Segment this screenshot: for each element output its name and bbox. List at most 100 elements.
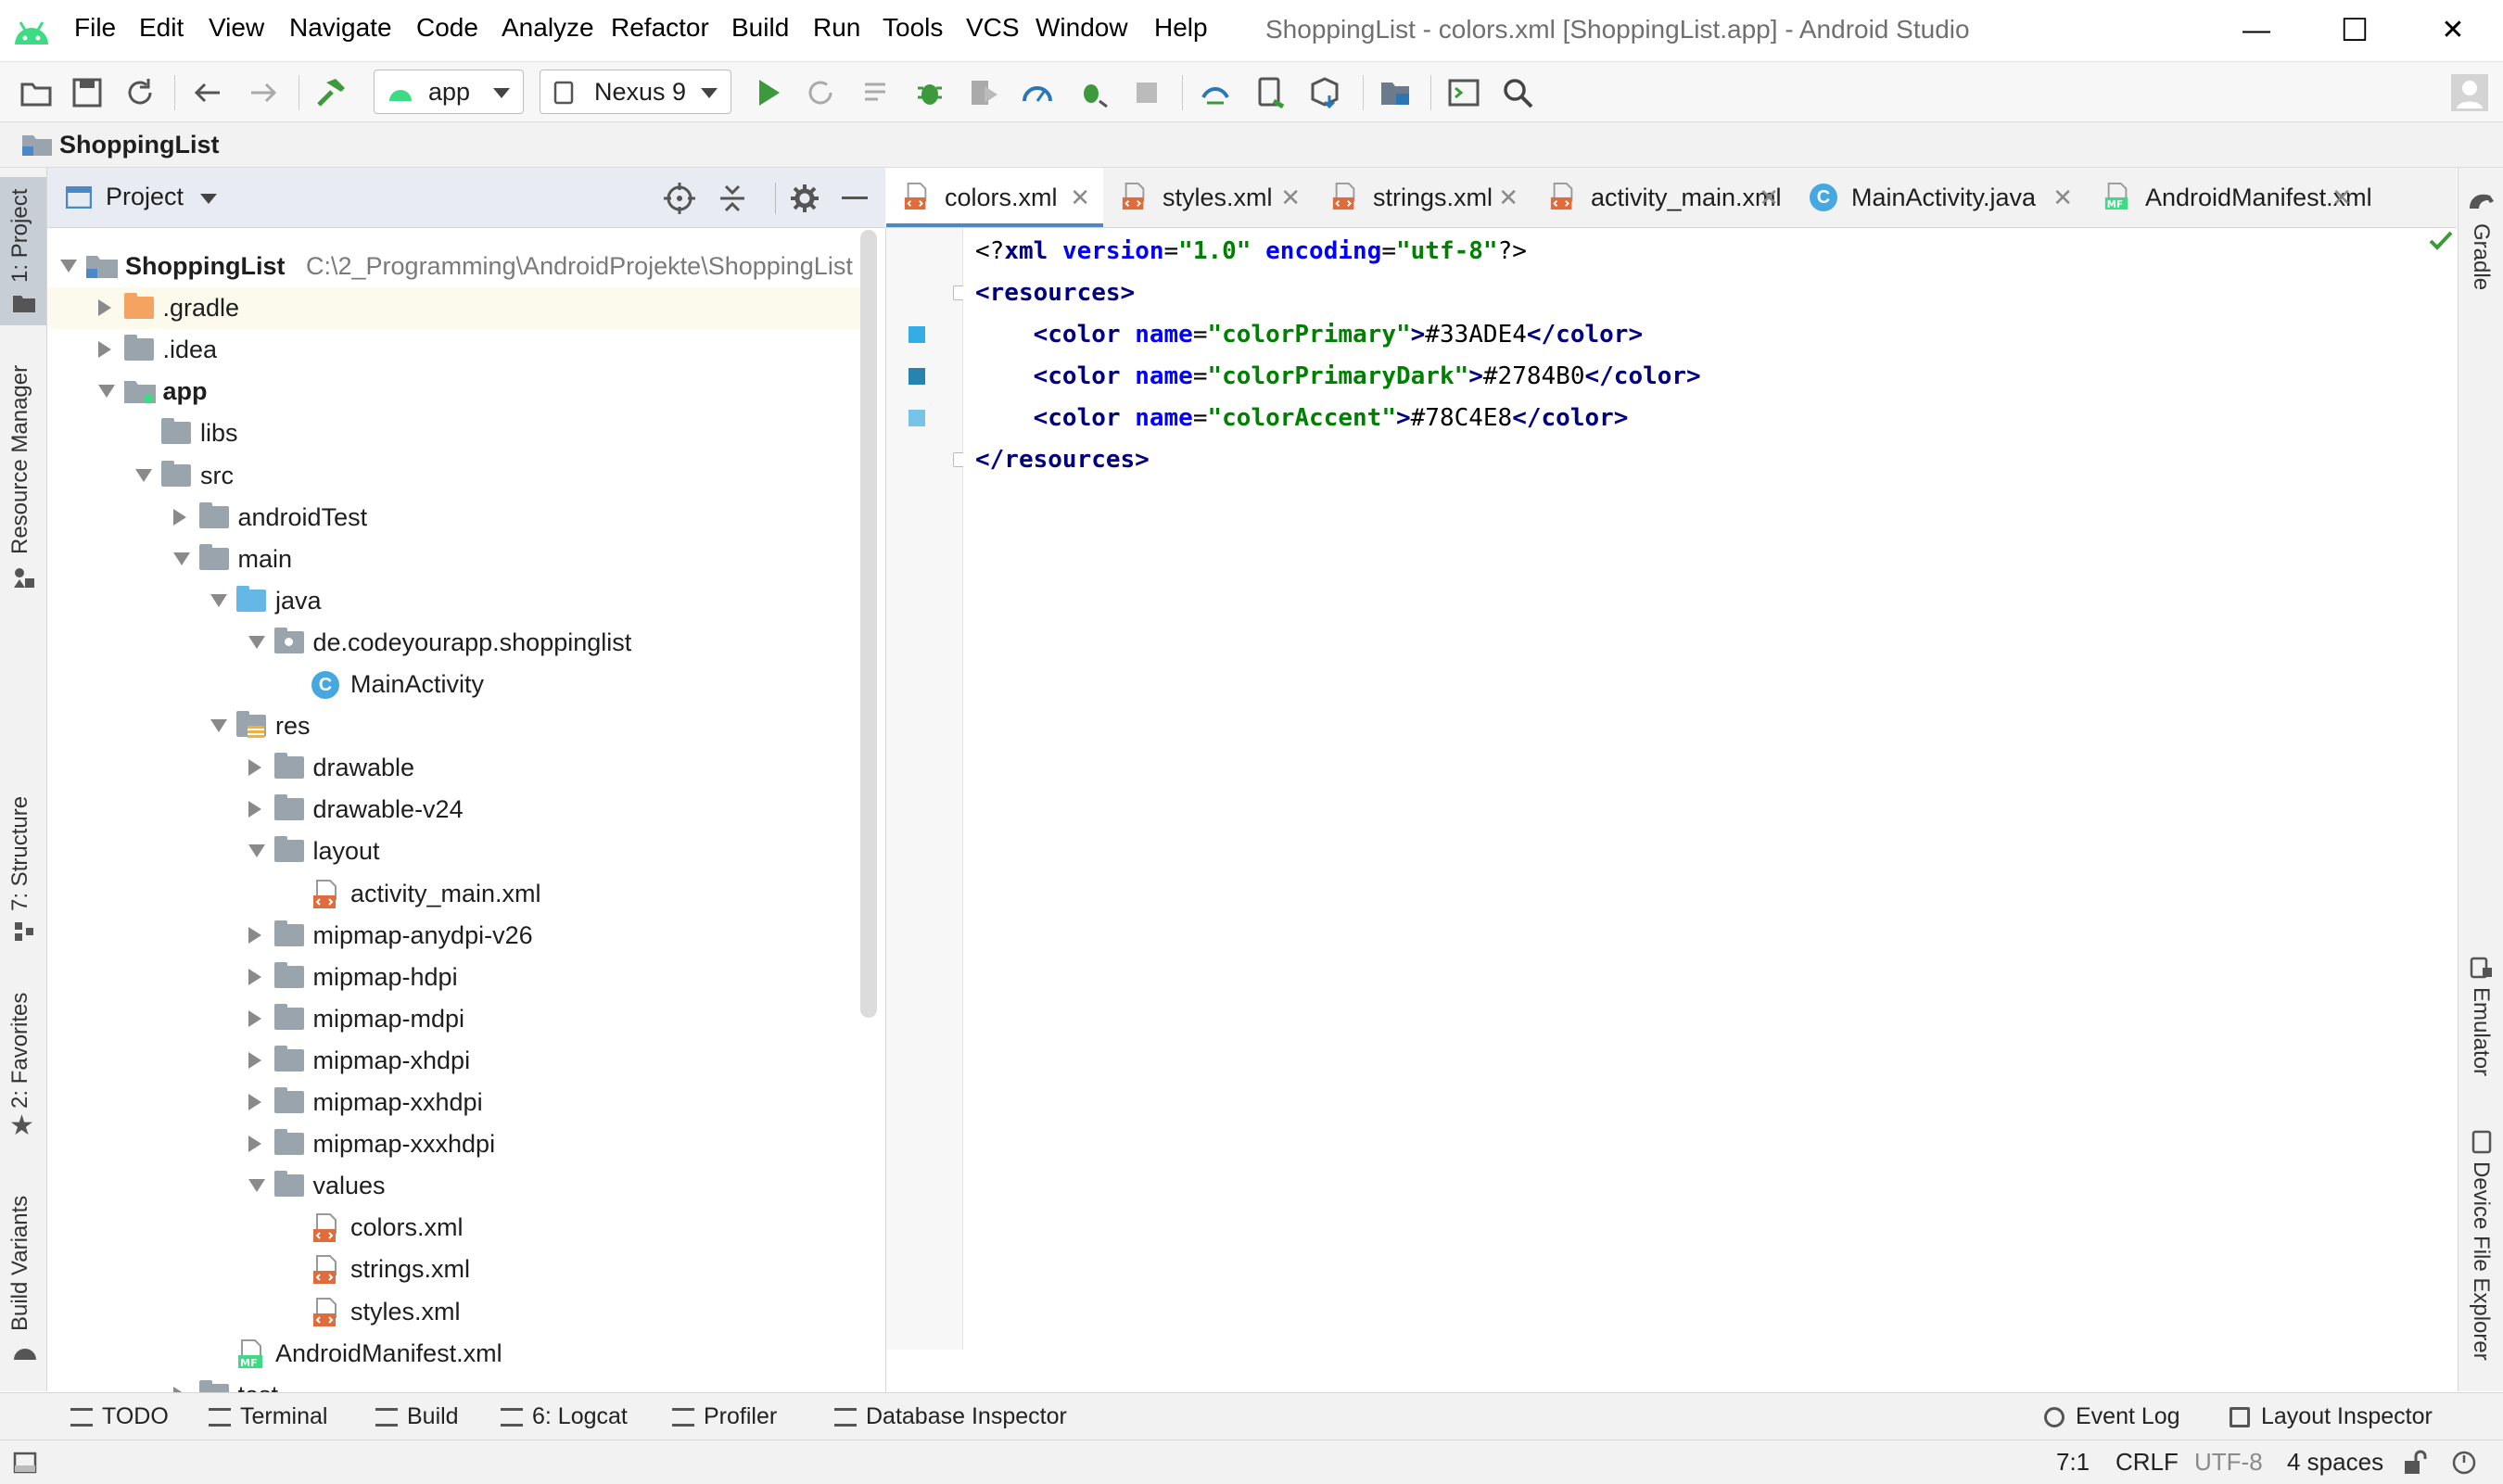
locate-target-icon[interactable]	[664, 183, 695, 214]
hide-panel-icon[interactable]	[842, 197, 868, 199]
tree-item-mipmap-xxxhdpi[interactable]: mipmap-xxxhdpi	[47, 1123, 863, 1165]
sync-icon[interactable]	[122, 75, 158, 110]
close-icon[interactable]: ✕	[2052, 168, 2073, 227]
menu-analyze[interactable]: Analyze	[502, 13, 594, 43]
tree-item-mipmap-xxhdpi[interactable]: mipmap-xxhdpi	[47, 1082, 863, 1123]
tool-tab-project[interactable]: 1: Project	[7, 189, 33, 283]
run-with-coverage-icon[interactable]	[966, 75, 1001, 110]
tool-window-build[interactable]: Build	[375, 1393, 459, 1440]
tab-androidmanifest-xml[interactable]: MF AndroidManifest.xml ✕	[2087, 168, 2372, 227]
chevron-right-icon[interactable]	[97, 299, 111, 317]
terminal-window-icon[interactable]	[1446, 75, 1481, 110]
menu-help[interactable]: Help	[1154, 13, 1208, 43]
search-icon[interactable]	[1500, 75, 1535, 110]
project-structure-icon[interactable]	[1378, 75, 1413, 110]
tree-item-activity-main-xml[interactable]: activity_main.xml	[47, 873, 863, 915]
run-icon[interactable]	[751, 75, 786, 110]
tab-strings-xml[interactable]: strings.xml ✕	[1315, 168, 1531, 227]
menu-view[interactable]: View	[209, 13, 264, 43]
device-dropdown[interactable]: Nexus 9	[540, 70, 731, 114]
maximize-button[interactable]: ☐	[2327, 9, 2382, 52]
stop-icon[interactable]	[1129, 75, 1164, 110]
breadcrumb-project[interactable]: ShoppingList	[59, 131, 219, 159]
menu-code[interactable]: Code	[416, 13, 478, 43]
tool-tab-emulator[interactable]: Emulator	[2468, 987, 2494, 1076]
close-icon[interactable]: ✕	[1280, 168, 1301, 227]
profile-icon[interactable]	[1020, 75, 1055, 110]
chevron-down-icon[interactable]	[200, 194, 217, 204]
make-project-hammer-icon[interactable]	[313, 75, 349, 110]
chevron-right-icon[interactable]	[248, 759, 261, 777]
tree-item-androidmanifest-xml[interactable]: MF AndroidManifest.xml	[47, 1333, 863, 1375]
tree-item-colors-xml[interactable]: colors.xml	[47, 1207, 863, 1249]
save-icon[interactable]	[70, 75, 105, 110]
tool-window-todo[interactable]: TODO	[70, 1393, 169, 1440]
tree-item-drawable[interactable]: drawable	[47, 747, 863, 789]
chevron-right-icon[interactable]	[248, 926, 261, 944]
tree-item-mipmap-xhdpi[interactable]: mipmap-xhdpi	[47, 1040, 863, 1082]
code-editor[interactable]: <?xml version="1.0" encoding="utf-8"?> <r…	[963, 228, 2457, 1350]
chevron-down-icon[interactable]	[210, 719, 227, 733]
forward-arrow-icon[interactable]	[246, 75, 281, 110]
tool-tab-resource-manager[interactable]: Resource Manager	[7, 365, 33, 554]
tree-item-styles-xml[interactable]: styles.xml	[47, 1291, 863, 1333]
menu-tools[interactable]: Tools	[883, 13, 943, 43]
tree-item-de-codeyourapp-shoppinglist[interactable]: de.codeyourapp.shoppinglist	[47, 622, 863, 664]
tab-mainactivity-java[interactable]: C MainActivity.java ✕	[1793, 168, 2086, 227]
chevron-down-icon[interactable]	[210, 593, 227, 607]
tree-item-res[interactable]: res	[47, 705, 863, 747]
tree-item-mipmap-mdpi[interactable]: mipmap-mdpi	[47, 998, 863, 1040]
tool-tab-device-file-explorer[interactable]: Device File Explorer	[2468, 1161, 2494, 1361]
close-icon[interactable]: ✕	[1759, 168, 1779, 227]
tree-item-values[interactable]: values	[47, 1165, 863, 1207]
color-swatch-icon[interactable]	[908, 410, 925, 426]
tree-item-java[interactable]: java	[47, 580, 863, 622]
tree-item-test[interactable]: test	[47, 1375, 863, 1392]
tab-activity-main-xml[interactable]: activity_main.xml ✕	[1532, 168, 1792, 227]
tool-tab-build-variants[interactable]: Build Variants	[7, 1196, 33, 1331]
tree-item-strings-xml[interactable]: strings.xml	[47, 1249, 863, 1290]
tree-item-mainactivity[interactable]: C MainActivity	[47, 664, 863, 705]
menu-window[interactable]: Window	[1036, 13, 1128, 43]
tree-item-layout[interactable]: layout	[47, 831, 863, 872]
close-icon[interactable]: ✕	[1498, 168, 1518, 227]
tree-item-main[interactable]: main	[47, 539, 863, 580]
chevron-right-icon[interactable]	[248, 1094, 261, 1110]
user-account-icon[interactable]	[2450, 73, 2489, 112]
chevron-right-icon[interactable]	[248, 1051, 261, 1069]
chevron-down-icon[interactable]	[248, 1179, 265, 1193]
tab-colors-xml[interactable]: colors.xml ✕	[886, 168, 1103, 227]
chevron-right-icon[interactable]	[248, 801, 261, 818]
menu-build[interactable]: Build	[731, 13, 789, 43]
chevron-down-icon[interactable]	[97, 385, 115, 399]
menu-run[interactable]: Run	[813, 13, 860, 43]
tool-window-layout-inspector[interactable]: Layout Inspector	[2230, 1393, 2433, 1440]
menu-edit[interactable]: Edit	[139, 13, 184, 43]
caret-position[interactable]: 7:1	[2056, 1440, 2090, 1484]
project-view-selector[interactable]: Project	[106, 183, 184, 211]
color-swatch-icon[interactable]	[908, 326, 925, 343]
unlock-icon[interactable]	[2401, 1450, 2427, 1476]
tree-item-mipmap-hdpi[interactable]: mipmap-hdpi	[47, 957, 863, 998]
close-button[interactable]: ✕	[2425, 9, 2481, 52]
chevron-down-icon[interactable]	[60, 260, 77, 273]
tool-tab-favorites[interactable]: 2: Favorites	[7, 993, 33, 1109]
apply-code-changes-icon[interactable]	[860, 75, 896, 110]
project-tree-scrollbar[interactable]	[860, 230, 877, 1018]
line-separator[interactable]: CRLF	[2115, 1440, 2179, 1484]
tree-item-androidtest[interactable]: androidTest	[47, 497, 863, 539]
tree-item-libs[interactable]: libs	[47, 412, 863, 454]
collapse-all-icon[interactable]	[717, 183, 748, 214]
file-encoding[interactable]: UTF-8	[2194, 1440, 2263, 1484]
tool-tab-structure[interactable]: 7: Structure	[7, 796, 33, 911]
tree-item-app[interactable]: app	[47, 371, 863, 412]
tree-item-src[interactable]: src	[47, 455, 863, 497]
indent-setting[interactable]: 4 spaces	[2287, 1440, 2383, 1484]
tree-item-shoppinglist[interactable]: ShoppingList C:\2_Programming\AndroidProj…	[47, 246, 863, 287]
tool-window-terminal[interactable]: Terminal	[209, 1393, 327, 1440]
close-icon[interactable]: ✕	[1070, 168, 1090, 227]
back-arrow-icon[interactable]	[190, 75, 225, 110]
color-swatch-icon[interactable]	[908, 368, 925, 385]
tree-item-drawable-v24[interactable]: drawable-v24	[47, 789, 863, 831]
chevron-right-icon[interactable]	[97, 341, 111, 359]
